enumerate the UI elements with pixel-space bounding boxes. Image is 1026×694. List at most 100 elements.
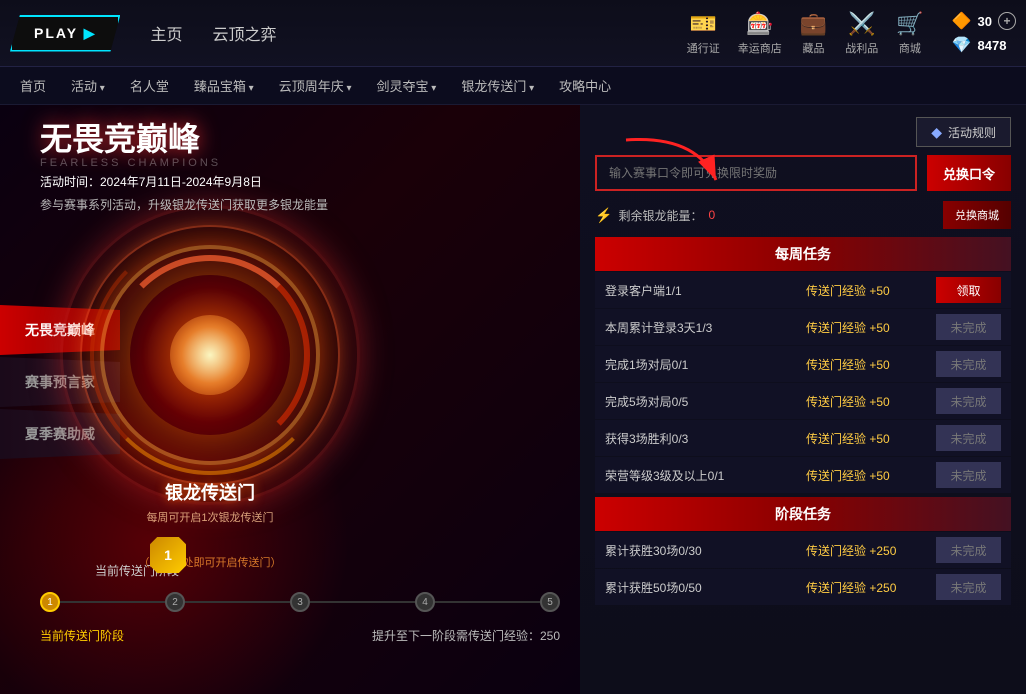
subnav-hall-of-fame[interactable]: 名人堂 xyxy=(130,76,169,95)
nav-collection[interactable]: 💼 藏品 xyxy=(800,11,827,56)
task-name: 荣营等级3级及以上0/1 xyxy=(605,467,806,484)
left-panel: 无畏竞巅峰 赛事预言家 夏季赛助威 无畏竞巅峰 FEARLESS CHAMPIO… xyxy=(0,105,580,694)
task-name: 获得3场胜利0/3 xyxy=(605,430,806,447)
task-name: 累计获胜30场0/30 xyxy=(605,542,806,559)
subnav-home[interactable]: 首页 xyxy=(20,76,46,95)
task-action-button[interactable]: 未完成 xyxy=(936,537,1001,563)
weekly-task-row: 完成5场对局0/5 传送门经验 +50 未完成 xyxy=(595,383,1011,419)
rules-area: ◆ 活动规则 xyxy=(595,117,1011,147)
main-title: 无畏竞巅峰 xyxy=(40,123,560,155)
progress-desc-row: 当前传送门阶段 提升至下一阶段需传送门经验：250 xyxy=(40,627,560,644)
nav-home[interactable]: 主页 xyxy=(150,21,182,45)
portal-visual[interactable]: 银龙传送门 每周可开启1次银龙传送门 （点击此处即可开启传送门） xyxy=(50,195,370,515)
subnav-guide[interactable]: 攻略中心 xyxy=(559,76,611,95)
stage-tasks-header: 阶段任务 xyxy=(595,497,1011,531)
weekly-task-row: 获得3场胜利0/3 传送门经验 +50 未完成 xyxy=(595,420,1011,456)
energy-label: 剩余银龙能量： xyxy=(618,207,702,224)
portal-label: 银龙传送门 每周可开启1次银龙传送门 （点击此处即可开启传送门） xyxy=(146,479,273,525)
task-name: 完成1场对局0/1 xyxy=(605,356,806,373)
play-button[interactable]: PLAY xyxy=(10,15,120,52)
prog-node-4: 4 xyxy=(415,592,435,612)
nav-tft[interactable]: 云顶之弈 xyxy=(212,21,276,45)
subnav-sword[interactable]: 剑灵夺宝 xyxy=(377,76,437,95)
left-title-area: 无畏竞巅峰 FEARLESS CHAMPIONS 活动时间：2024年7月11日… xyxy=(0,105,580,218)
task-action-button[interactable]: 未完成 xyxy=(936,425,1001,451)
redeem-button[interactable]: 兑换口令 xyxy=(927,155,1011,191)
weekly-task-row: 登录客户端1/1 传送门经验 +50 领取 xyxy=(595,272,1011,308)
rules-label: 活动规则 xyxy=(948,124,996,141)
prog-line-3 xyxy=(310,601,415,603)
weekly-tasks-header: 每周任务 xyxy=(595,237,1011,271)
title-english: FEARLESS CHAMPIONS xyxy=(40,157,560,169)
redeem-input[interactable] xyxy=(595,155,917,191)
task-reward: 传送门经验 +250 xyxy=(806,542,936,559)
nav-links: 主页 云顶之弈 xyxy=(150,21,276,45)
prog-line-2 xyxy=(185,601,290,603)
weekly-tasks-list: 登录客户端1/1 传送门经验 +50 领取 本周累计登录3天1/3 传送门经验 … xyxy=(595,272,1011,493)
currency-row-2: 💎 8478 xyxy=(952,35,1016,55)
top-navigation: PLAY 主页 云顶之弈 🎫 通行证 🎰 幸运商店 💼 藏品 ⚔️ 战利品 🛒 … xyxy=(0,0,1026,67)
energy-value: 0 xyxy=(708,208,715,222)
loot-label: 战利品 xyxy=(845,40,878,56)
prog-line-4 xyxy=(435,601,540,603)
subnav-anniversary[interactable]: 云顶周年庆 xyxy=(279,76,352,95)
progress-area: 当前传送门阶段 1 1 2 3 4 5 当前传送门阶段 提升至下一阶段需传送门经… xyxy=(40,592,560,644)
nav-loot[interactable]: ⚔️ 战利品 xyxy=(845,11,878,56)
activity-rules-button[interactable]: ◆ 活动规则 xyxy=(916,117,1011,147)
task-reward: 传送门经验 +50 xyxy=(806,393,936,410)
current-stage-text: 当前传送门阶段 xyxy=(40,627,124,644)
prog-node-1: 1 xyxy=(40,592,60,612)
stage-task-row: 累计获胜50场0/50 传送门经验 +250 未完成 xyxy=(595,569,1011,605)
diamond-icon: ◆ xyxy=(931,124,942,141)
weekly-task-row: 本周累计登录3天1/3 传送门经验 +50 未完成 xyxy=(595,309,1011,345)
currency-2-amount: 8478 xyxy=(978,38,1007,53)
shop-label: 商城 xyxy=(899,40,921,56)
collection-icon: 💼 xyxy=(800,11,827,37)
portal-subtitle: 每周可开启1次银龙传送门 xyxy=(146,509,273,525)
task-name: 登录客户端1/1 xyxy=(605,282,806,299)
weekly-task-row: 荣营等级3级及以上0/1 传送门经验 +50 未完成 xyxy=(595,457,1011,493)
weekly-task-row: 完成1场对局0/1 传送门经验 +50 未完成 xyxy=(595,346,1011,382)
task-reward: 传送门经验 +50 xyxy=(806,356,936,373)
energy-row: ⚡ 剩余银龙能量： 0 兑换商城 xyxy=(595,201,1011,229)
nav-pass[interactable]: 🎫 通行证 xyxy=(687,11,720,56)
subnav-portal[interactable]: 银龙传送门 xyxy=(461,76,534,95)
shop-icon: 🛒 xyxy=(896,11,923,37)
nav-shop[interactable]: 🛒 商城 xyxy=(896,11,923,56)
next-stage-exp: 提升至下一阶段需传送门经验：250 xyxy=(372,627,560,644)
subnav-activity[interactable]: 活动 xyxy=(71,76,105,95)
progress-bar: 1 2 3 4 5 xyxy=(40,592,560,612)
prog-node-5: 5 xyxy=(540,592,560,612)
currency-row-1: 🔶 30 + xyxy=(952,11,1016,31)
task-action-button[interactable]: 未完成 xyxy=(936,574,1001,600)
task-action-button[interactable]: 未完成 xyxy=(936,388,1001,414)
exchange-shop-button[interactable]: 兑换商城 xyxy=(943,201,1011,229)
pass-icon: 🎫 xyxy=(690,11,717,37)
currency-1-amount: 30 xyxy=(978,14,992,29)
pass-label: 通行证 xyxy=(687,40,720,56)
add-currency-1-button[interactable]: + xyxy=(998,12,1016,30)
prog-node-2: 2 xyxy=(165,592,185,612)
task-reward: 传送门经验 +50 xyxy=(806,282,936,299)
task-action-button[interactable]: 未完成 xyxy=(936,462,1001,488)
task-action-button[interactable]: 未完成 xyxy=(936,351,1001,377)
portal-center-glow xyxy=(170,315,250,395)
redeem-row: 兑换口令 xyxy=(595,155,1011,191)
sub-navigation: 首页 活动 名人堂 臻品宝箱 云顶周年庆 剑灵夺宝 银龙传送门 攻略中心 xyxy=(0,67,1026,105)
task-action-button[interactable]: 未完成 xyxy=(936,314,1001,340)
stage-task-row: 累计获胜30场0/30 传送门经验 +250 未完成 xyxy=(595,532,1011,568)
collection-label: 藏品 xyxy=(803,40,825,56)
prog-line-1 xyxy=(60,601,165,603)
task-action-button[interactable]: 领取 xyxy=(936,277,1001,303)
task-name: 累计获胜50场0/50 xyxy=(605,579,806,596)
task-name: 完成5场对局0/5 xyxy=(605,393,806,410)
subnav-treasure[interactable]: 臻品宝箱 xyxy=(194,76,254,95)
current-stage-badge: 1 xyxy=(150,537,186,573)
nav-lucky-shop[interactable]: 🎰 幸运商店 xyxy=(738,11,782,56)
task-reward: 传送门经验 +50 xyxy=(806,430,936,447)
right-panel: ◆ 活动规则 兑换口令 ⚡ 剩余银龙能量： 0 兑换商城 每周任务 登录客户端1… xyxy=(580,105,1026,694)
energy-left: ⚡ 剩余银龙能量： 0 xyxy=(595,207,715,224)
nav-icons-area: 🎫 通行证 🎰 幸运商店 💼 藏品 ⚔️ 战利品 🛒 商城 🔶 30 + � xyxy=(687,11,1016,56)
task-reward: 传送门经验 +250 xyxy=(806,579,936,596)
task-reward: 传送门经验 +50 xyxy=(806,467,936,484)
